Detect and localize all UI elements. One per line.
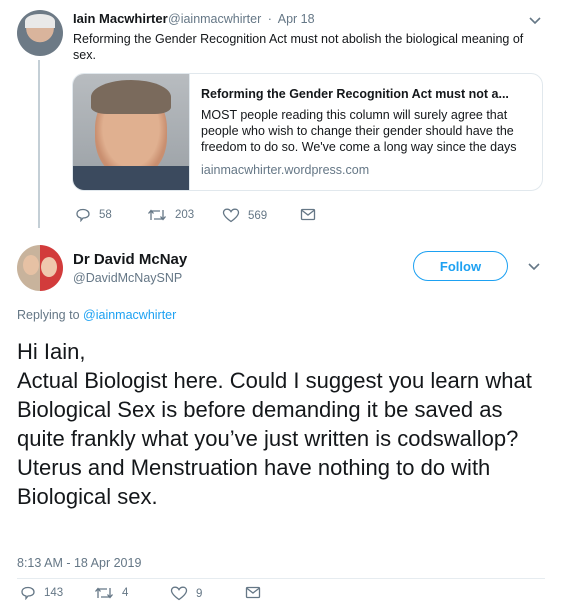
reply-icon bbox=[21, 586, 35, 600]
divider bbox=[17, 578, 545, 579]
parent-reply-count: 58 bbox=[99, 209, 112, 221]
replying-to-prefix: Replying to bbox=[17, 308, 80, 322]
parent-avatar[interactable] bbox=[17, 10, 63, 56]
like-icon bbox=[170, 586, 188, 601]
parent-like-count: 569 bbox=[248, 209, 268, 222]
main-author-name[interactable]: Dr David McNay bbox=[73, 251, 187, 268]
main-avatar[interactable] bbox=[17, 245, 63, 291]
main-like-count: 9 bbox=[196, 587, 203, 600]
retweet-icon bbox=[148, 209, 166, 221]
link-card[interactable]: Reforming the Gender Recognition Act mus… bbox=[72, 73, 543, 191]
parent-tweet-text: Reforming the Gender Recognition Act mus… bbox=[73, 32, 524, 62]
replying-to: Replying to @iainmacwhirter bbox=[17, 308, 176, 322]
parent-dm-action[interactable] bbox=[300, 208, 324, 221]
main-retweet-action[interactable]: 4 bbox=[94, 586, 128, 600]
replying-to-handle[interactable]: @iainmacwhirter bbox=[83, 308, 176, 322]
meta-separator: · bbox=[267, 12, 272, 26]
parent-retweet-count: 203 bbox=[175, 209, 195, 221]
main-reply-count: 143 bbox=[44, 587, 64, 599]
main-reply-action[interactable]: 143 bbox=[20, 586, 63, 600]
reply-icon bbox=[76, 208, 90, 222]
card-thumbnail bbox=[73, 74, 190, 190]
follow-button[interactable]: Follow bbox=[413, 251, 508, 281]
main-tweet-text: Hi Iain, Actual Biologist here. Could I … bbox=[17, 339, 532, 509]
parent-reply-action[interactable]: 58 bbox=[75, 208, 112, 222]
card-description: MOST people reading this column will sur… bbox=[201, 108, 517, 154]
parent-author-name[interactable]: Iain Macwhirter bbox=[73, 11, 168, 26]
parent-retweet-action[interactable]: 203 bbox=[147, 208, 194, 222]
chevron-down-icon[interactable] bbox=[525, 260, 543, 274]
main-retweet-count: 4 bbox=[122, 587, 129, 599]
chevron-down-icon[interactable] bbox=[526, 14, 544, 28]
direct-message-icon bbox=[245, 586, 261, 599]
thread-line bbox=[38, 60, 40, 228]
tweet-timestamp[interactable]: 8:13 AM - 18 Apr 2019 bbox=[17, 556, 141, 570]
parent-meta: @iainmacwhirter · Apr 18 bbox=[168, 12, 318, 26]
direct-message-icon bbox=[300, 208, 316, 221]
parent-like-action[interactable]: 569 bbox=[222, 208, 267, 223]
main-like-action[interactable]: 9 bbox=[170, 586, 202, 601]
card-domain: iainmacwhirter.wordpress.com bbox=[201, 163, 370, 177]
main-handle[interactable]: @DavidMcNaySNP bbox=[73, 271, 182, 285]
like-icon bbox=[222, 208, 240, 223]
parent-date[interactable]: Apr 18 bbox=[278, 12, 315, 26]
parent-handle[interactable]: @iainmacwhirter bbox=[168, 12, 261, 26]
main-dm-action[interactable] bbox=[245, 586, 269, 599]
card-title: Reforming the Gender Recognition Act mus… bbox=[201, 87, 509, 101]
retweet-icon bbox=[95, 587, 113, 599]
